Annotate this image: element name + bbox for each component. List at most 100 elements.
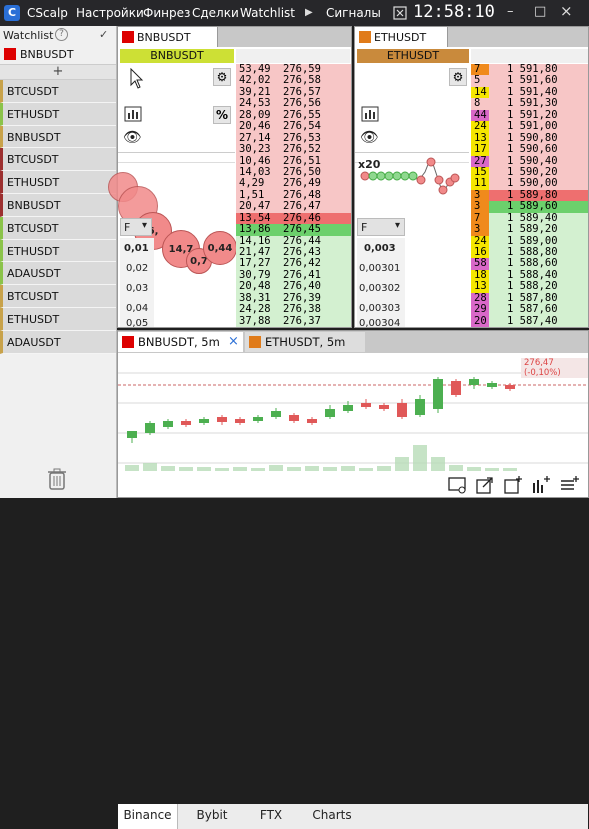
watchlist-item[interactable]: ADAUSDT [0,330,116,354]
add-symbol-button[interactable]: + [0,64,116,80]
watchlist-item[interactable]: BNBUSDT [0,125,116,149]
export-icon[interactable] [475,475,495,495]
exchange-tab-charts[interactable]: Charts [296,804,368,829]
watchlist-item[interactable]: ETHUSDT [0,307,116,331]
price-row[interactable]: 24 1 591,00 [471,120,588,133]
chart-tab-bnb[interactable]: BNBUSDT, 5m × [118,332,243,352]
bnb-filter-dropdown[interactable]: F ▾ [120,218,152,236]
price-row[interactable]: 3 1 589,60 [471,200,588,213]
watchlist-item[interactable]: BTCUSDT [0,148,116,172]
level-label[interactable]: 0,003 [364,239,396,259]
price-row[interactable]: 24,28 276,38 [236,303,351,316]
candle-body [289,415,299,421]
volume-value: 17 [474,143,487,156]
exchange-tab-binance[interactable]: Binance [118,804,178,829]
price-row[interactable]: 29 1 587,60 [471,303,588,316]
volume-bar [377,466,391,471]
play-icon[interactable]: ▶ [305,7,313,18]
level-label[interactable]: 0,03 [126,279,148,299]
volume-bar [503,468,517,471]
menu-watchlist[interactable]: Watchlist [240,6,295,20]
signals-button[interactable]: Сигналы [326,6,381,20]
eth-tab-bar: ETHUSDT [355,27,588,47]
volume-bar [305,466,319,471]
level-label[interactable]: 0,02 [126,259,148,279]
level-label[interactable]: 0,00301 [359,259,400,279]
watchlist-sidebar: Watchlist ? ✓ BNBUSDT + BTCUSDT ETHUSDT BN… [0,26,117,498]
tab-ethusdt[interactable]: ETHUSDT [355,27,448,47]
current-symbol[interactable]: BNBUSDT [0,44,116,64]
level-label[interactable]: 0,00304 [359,319,400,329]
settings-icon[interactable] [447,475,467,495]
app-logo: C [4,5,20,21]
volume-bars-icon[interactable] [124,106,142,122]
bnb-header-right [236,49,350,63]
watchlist-item[interactable]: ETHUSDT [0,102,116,126]
price-row[interactable]: 20,46 276,54 [236,120,351,133]
exchange-tab-bybit[interactable]: Bybit [178,804,246,829]
eth-filter-dropdown[interactable]: F ▾ [357,218,405,236]
minimize-icon[interactable]: – [507,4,514,19]
maximize-icon[interactable]: □ [534,4,546,19]
menu-finrez[interactable]: Финрез [143,6,190,20]
level-label[interactable]: 0,00302 [359,279,400,299]
close-window-icon[interactable]: × [560,2,573,20]
price-value: 1 589,20 [507,223,558,236]
trash-icon[interactable] [47,468,67,490]
help-icon[interactable]: ? [55,28,68,41]
tab-color-swatch [249,336,261,348]
menu-settings[interactable]: Настройки [76,6,144,20]
candle-body [307,419,317,423]
menu-deals[interactable]: Сделки [192,6,239,20]
price-row[interactable]: 3 1 589,20 [471,223,588,236]
chart-tab-eth[interactable]: ETHUSDT, 5m [245,332,365,352]
volume-bars-icon[interactable] [361,106,379,122]
add-chart-icon[interactable] [503,475,523,495]
volume-bar [179,467,193,471]
price-row[interactable]: 30,23 276,52 [236,143,351,156]
price-row[interactable]: 17 1 590,60 [471,143,588,156]
watchlist-item[interactable]: ADAUSDT [0,262,116,286]
level-label[interactable]: 0,04 [126,299,148,319]
bnb-order-book: 53,49 276,59 42,02 276,58 39,21 276,57 24,53 27… [236,63,351,328]
watchlist-item[interactable]: ETHUSDT [0,239,116,263]
clock: 12:58:10 [413,2,495,22]
watchlist-title: Watchlist [3,29,54,42]
level-label[interactable]: 0,05 [126,319,148,329]
eye-icon[interactable]: 👁 [360,128,379,146]
eye-icon[interactable]: 👁 [123,128,142,146]
level-label[interactable]: 0,00303 [359,299,400,319]
percent-button[interactable]: % [213,106,231,124]
level-label[interactable]: 0,01 [124,239,149,259]
bnb-ladder-panel: BNBUSDT BNBUSDT ⚙ % 👁 6, 14,7 0,7 0,44 F… [108,26,352,329]
candle-body [271,411,281,417]
gear-icon[interactable]: ⚙ [213,68,231,86]
pin-icon[interactable]: ✓ [99,28,108,41]
price-row[interactable]: 20 1 587,40 [471,315,588,328]
gear-icon[interactable]: ⚙ [449,68,467,86]
watchlist-item[interactable]: ETHUSDT [0,171,116,194]
price-value: 276,37 [283,314,321,327]
watchlist-item[interactable]: BTCUSDT [0,80,116,103]
price-row[interactable]: 13,86 276,45 [236,223,351,236]
price-row[interactable]: 20,47 276,47 [236,200,351,213]
list-icon[interactable] [559,475,579,495]
volume-bar [467,467,481,471]
close-icon[interactable] [393,6,407,20]
indicator-icon[interactable] [531,475,551,495]
candle-body [397,403,407,417]
watchlist-item[interactable]: BTCUSDT [0,216,116,240]
volume-bar [395,457,409,471]
watchlist-item[interactable]: BNBUSDT [0,193,116,217]
tab-bnbusdt[interactable]: BNBUSDT [118,27,218,47]
close-tab-icon[interactable]: × [228,334,239,349]
price-value: 276,45 [283,223,321,236]
tab-label: ETHUSDT [374,31,427,44]
candle-body [379,405,389,409]
volume-value: 24 [474,120,487,133]
price-row[interactable]: 37,88 276,37 [236,314,351,328]
app-name: CScalp [27,6,68,20]
volume-value: 24,28 [239,303,271,316]
exchange-tab-ftx[interactable]: FTX [246,804,296,829]
watchlist-item[interactable]: BTCUSDT [0,285,116,308]
